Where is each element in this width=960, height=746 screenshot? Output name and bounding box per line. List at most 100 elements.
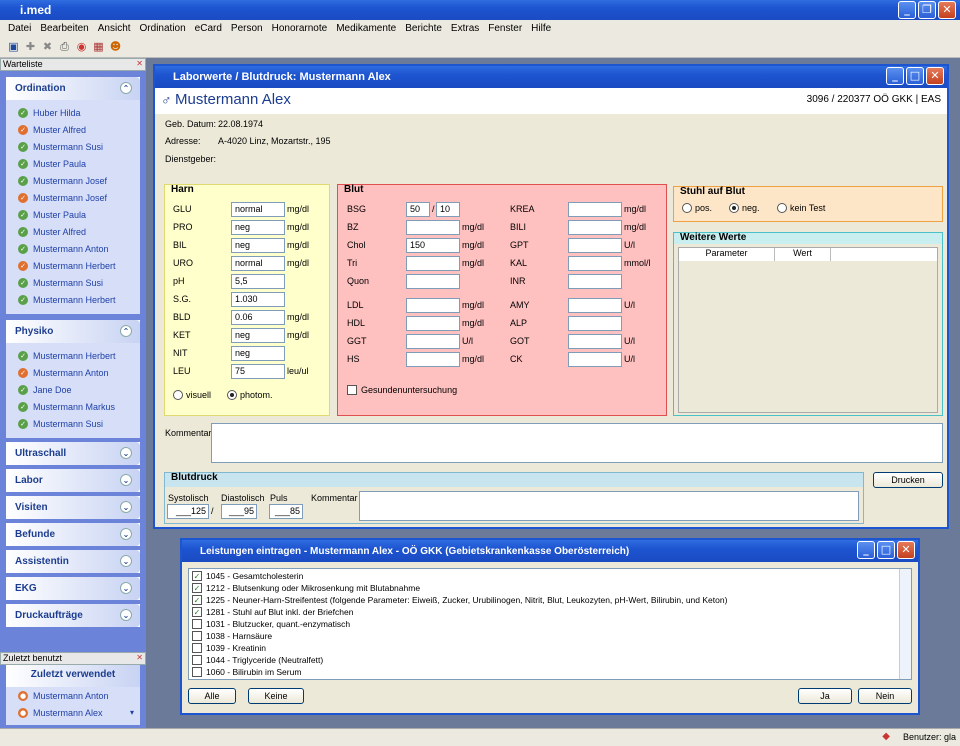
delete-icon[interactable]: ✖ bbox=[40, 39, 55, 54]
sidebar-patient-item[interactable]: ✓ Mustermann Josef bbox=[6, 189, 140, 206]
group-header[interactable]: Ultraschall ⌄ bbox=[6, 442, 140, 465]
blut-value-field[interactable] bbox=[406, 352, 460, 367]
stop-icon[interactable]: ◉ bbox=[74, 39, 89, 54]
harn-value-field[interactable]: normal bbox=[231, 202, 285, 217]
blut-value-field[interactable] bbox=[568, 334, 622, 349]
chevron-down-icon[interactable]: ▾ bbox=[130, 708, 134, 717]
save-icon[interactable]: ▣ bbox=[6, 39, 21, 54]
blutdruck-kommentar-field[interactable] bbox=[359, 491, 859, 521]
kein-test-radio[interactable] bbox=[777, 203, 787, 213]
bsg-field-2[interactable]: 10 bbox=[436, 202, 460, 217]
sidebar-patient-item[interactable]: ✓ Mustermann Markus bbox=[6, 398, 140, 415]
menu-hilfe[interactable]: Hilfe bbox=[531, 23, 551, 34]
keine-button[interactable]: Keine bbox=[248, 688, 304, 704]
chevron-up-icon[interactable]: ⌃ bbox=[120, 325, 132, 337]
ja-button[interactable]: Ja bbox=[798, 688, 852, 704]
maximize-icon[interactable]: □ bbox=[877, 541, 895, 559]
pos-radio[interactable] bbox=[682, 203, 692, 213]
drucken-button[interactable]: Drucken bbox=[873, 472, 943, 488]
group-header[interactable]: Labor ⌄ bbox=[6, 469, 140, 492]
maximize-icon[interactable]: □ bbox=[906, 67, 924, 85]
blut-value-field[interactable] bbox=[568, 220, 622, 235]
leistung-item[interactable]: 1039 - Kreatinin bbox=[189, 642, 911, 654]
sidebar-patient-item[interactable]: ✓ Jane Doe bbox=[6, 381, 140, 398]
minimize-icon[interactable]: _ bbox=[886, 67, 904, 85]
leistung-item[interactable]: 1044 - Triglyceride (Neutralfett) bbox=[189, 654, 911, 666]
blut-value-field[interactable] bbox=[568, 202, 622, 217]
group-header[interactable]: Assistentin ⌄ bbox=[6, 550, 140, 573]
alle-button[interactable]: Alle bbox=[188, 688, 236, 704]
menu-ordination[interactable]: Ordination bbox=[140, 23, 186, 34]
menu-medikamente[interactable]: Medikamente bbox=[336, 23, 396, 34]
harn-value-field[interactable]: 75 bbox=[231, 364, 285, 379]
blut-value-field[interactable]: 150 bbox=[406, 238, 460, 253]
gesundenuntersuchung-checkbox[interactable] bbox=[347, 385, 357, 395]
group-header[interactable]: Befunde ⌄ bbox=[6, 523, 140, 546]
harn-value-field[interactable]: 1.030 bbox=[231, 292, 285, 307]
add-icon[interactable]: ✚ bbox=[23, 39, 38, 54]
menu-extras[interactable]: Extras bbox=[451, 23, 479, 34]
sidebar-patient-item[interactable]: ✓ Muster Paula bbox=[6, 206, 140, 223]
leistung-checkbox[interactable]: ✓ bbox=[192, 607, 202, 617]
chevron-down-icon[interactable]: ⌄ bbox=[120, 447, 132, 459]
sidebar-patient-item[interactable]: ✓ Muster Paula bbox=[6, 155, 140, 172]
bsg-field-1[interactable]: 50 bbox=[406, 202, 430, 217]
calendar-icon[interactable]: ▦ bbox=[91, 39, 106, 54]
sidebar-patient-item[interactable]: ✓ Mustermann Josef bbox=[6, 172, 140, 189]
sidebar-patient-item[interactable]: ✓ Huber Hilda bbox=[6, 104, 140, 121]
blut-value-field[interactable] bbox=[406, 298, 460, 313]
sidebar-patient-item[interactable]: ✓ Mustermann Herbert bbox=[6, 347, 140, 364]
harn-value-field[interactable]: 5,5 bbox=[231, 274, 285, 289]
sidebar-patient-item[interactable]: ✓ Mustermann Susi bbox=[6, 274, 140, 291]
menu-fenster[interactable]: Fenster bbox=[488, 23, 522, 34]
leistung-checkbox[interactable] bbox=[192, 619, 202, 629]
blut-value-field[interactable] bbox=[406, 220, 460, 235]
blut-value-field[interactable] bbox=[568, 256, 622, 271]
leistung-item[interactable]: 1038 - Harnsäure bbox=[189, 630, 911, 642]
leistung-checkbox[interactable] bbox=[192, 643, 202, 653]
photom-radio[interactable] bbox=[227, 390, 237, 400]
leistung-checkbox[interactable]: ✓ bbox=[192, 583, 202, 593]
col-parameter[interactable]: Parameter bbox=[679, 248, 775, 261]
group-header-physiko[interactable]: Physiko ⌃ bbox=[6, 320, 140, 343]
chevron-down-icon[interactable]: ⌄ bbox=[120, 555, 132, 567]
print-icon[interactable]: ⎙ bbox=[57, 39, 72, 54]
kommentar-field[interactable] bbox=[211, 423, 943, 463]
menu-bearbeiten[interactable]: Bearbeiten bbox=[40, 23, 88, 34]
harn-value-field[interactable]: neg bbox=[231, 346, 285, 361]
sidebar-patient-item[interactable]: ✓ Mustermann Susi bbox=[6, 138, 140, 155]
chevron-down-icon[interactable]: ⌄ bbox=[120, 474, 132, 486]
menu-person[interactable]: Person bbox=[231, 23, 263, 34]
blut-value-field[interactable] bbox=[568, 274, 622, 289]
minimize-icon[interactable]: _ bbox=[857, 541, 875, 559]
menu-honorarnote[interactable]: Honorarnote bbox=[272, 23, 328, 34]
restore-icon[interactable]: ❐ bbox=[918, 1, 936, 19]
group-header[interactable]: EKG ⌄ bbox=[6, 577, 140, 600]
leistung-checkbox[interactable]: ✓ bbox=[192, 571, 202, 581]
group-header[interactable]: Visiten ⌄ bbox=[6, 496, 140, 519]
nein-button[interactable]: Nein bbox=[858, 688, 912, 704]
col-wert[interactable]: Wert bbox=[775, 248, 831, 261]
chevron-down-icon[interactable]: ⌄ bbox=[120, 609, 132, 621]
recent-item[interactable]: ● Mustermann Alex ▾ bbox=[6, 704, 140, 721]
chevron-down-icon[interactable]: ⌄ bbox=[120, 528, 132, 540]
menu-ecard[interactable]: eCard bbox=[195, 23, 222, 34]
sidebar-patient-item[interactable]: ✓ Mustermann Herbert bbox=[6, 257, 140, 274]
harn-value-field[interactable]: neg bbox=[231, 238, 285, 253]
menu-berichte[interactable]: Berichte bbox=[405, 23, 442, 34]
leistung-item[interactable]: ✓ 1045 - Gesamtcholesterin bbox=[189, 570, 911, 582]
blut-value-field[interactable] bbox=[568, 298, 622, 313]
blut-value-field[interactable] bbox=[406, 274, 460, 289]
leistung-item[interactable]: ✓ 1225 - Neuner-Harn-Streifentest (folgen… bbox=[189, 594, 911, 606]
blut-value-field[interactable] bbox=[406, 334, 460, 349]
harn-value-field[interactable]: 0.06 bbox=[231, 310, 285, 325]
leistung-item[interactable]: 1031 - Blutzucker, quant.-enzymatisch bbox=[189, 618, 911, 630]
group-header[interactable]: Druckaufträge ⌄ bbox=[6, 604, 140, 627]
leistung-item[interactable]: 1060 - Bilirubin im Serum bbox=[189, 666, 911, 678]
chevron-down-icon[interactable]: ⌄ bbox=[120, 582, 132, 594]
neg-radio[interactable] bbox=[729, 203, 739, 213]
harn-value-field[interactable]: normal bbox=[231, 256, 285, 271]
weitere-werte-grid[interactable]: Parameter Wert bbox=[678, 247, 938, 413]
close-icon[interactable]: ✕ bbox=[926, 67, 944, 85]
chevron-up-icon[interactable]: ⌃ bbox=[120, 82, 132, 94]
